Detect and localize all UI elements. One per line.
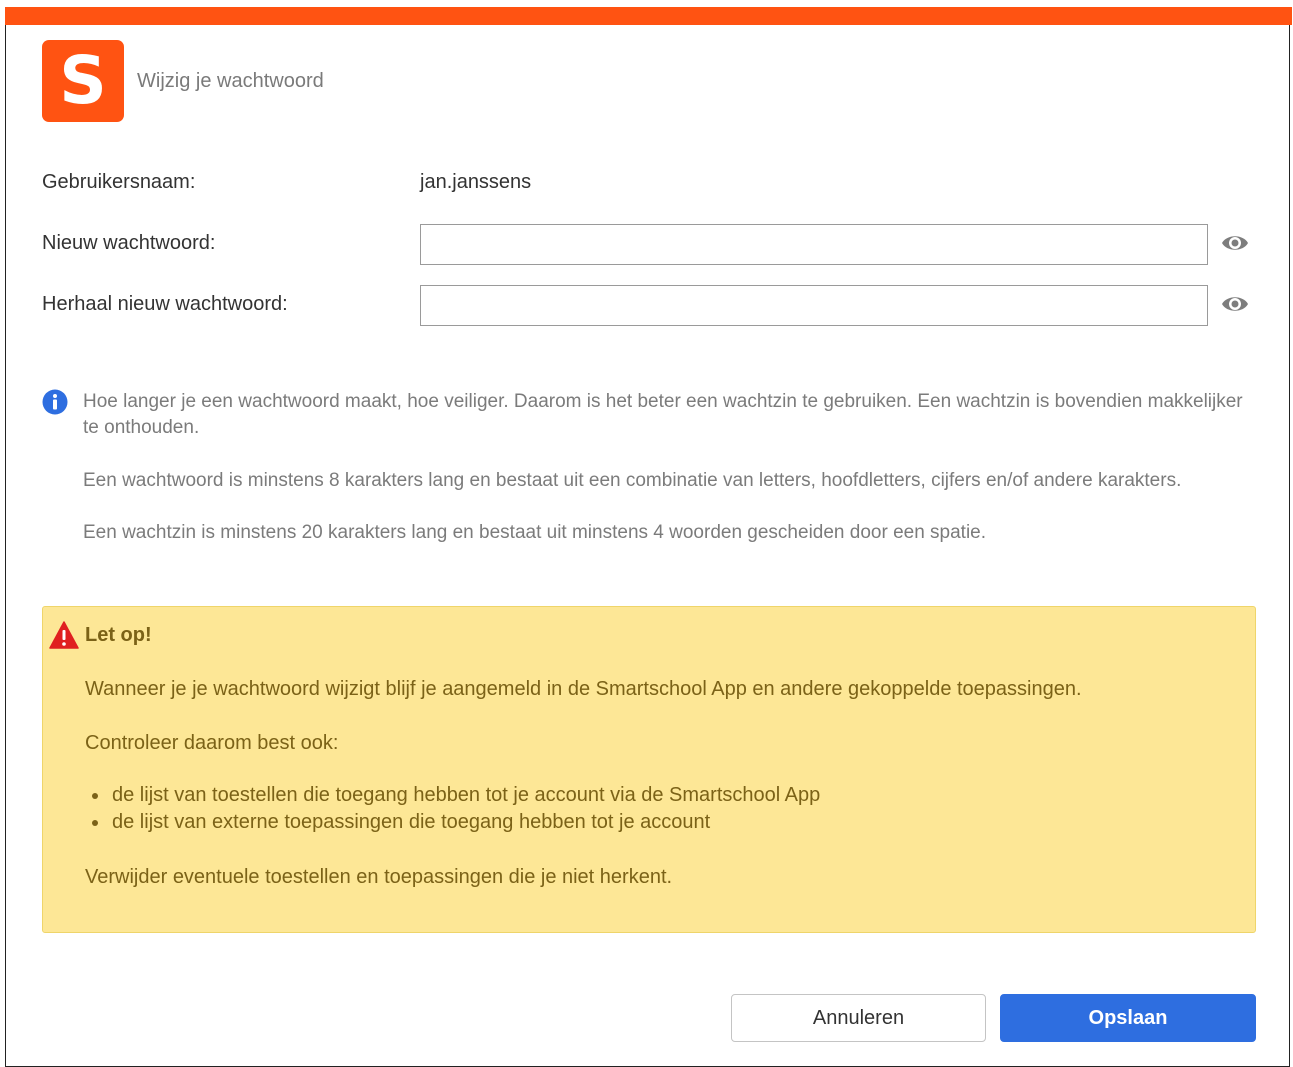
info-paragraph-passphrase-rules: Een wachtzin is minstens 20 karakters la…: [83, 522, 987, 543]
repeat-password-input[interactable]: [420, 285, 1208, 326]
warning-box: Let op! Wanneer je je wachtwoord wijzigt…: [42, 606, 1256, 933]
eye-icon[interactable]: [1220, 232, 1250, 254]
warning-text-remove: Verwijder eventuele toestellen en toepas…: [85, 866, 673, 888]
eye-icon[interactable]: [1220, 293, 1250, 315]
warning-text-session: Wanneer je je wachtwoord wijzigt blijf j…: [85, 678, 1082, 700]
list-item: de lijst van externe toepassingen die to…: [85, 809, 820, 836]
warning-triangle-icon: [49, 621, 79, 649]
info-paragraph-password-rules: Een wachtwoord is minstens 8 karakters l…: [83, 470, 1182, 491]
dialog-title: Wijzig je wachtwoord: [137, 70, 324, 92]
new-password-input[interactable]: [420, 224, 1208, 265]
cancel-button[interactable]: Annuleren: [731, 994, 986, 1042]
save-button[interactable]: Opslaan: [1000, 994, 1256, 1042]
info-icon: [42, 389, 68, 415]
brand-top-bar: [5, 7, 1292, 25]
new-password-label: Nieuw wachtwoord:: [42, 232, 216, 254]
smartschool-logo: S: [42, 40, 124, 122]
warning-title: Let op!: [85, 624, 152, 646]
warning-text-check: Controleer daarom best ook:: [85, 732, 339, 754]
list-item: de lijst van toestellen die toegang hebb…: [85, 782, 820, 809]
info-paragraph-passphrase: Hoe langer je een wachtwoord maakt, hoe …: [83, 391, 1243, 438]
repeat-password-label: Herhaal nieuw wachtwoord:: [42, 293, 288, 315]
username-label: Gebruikersnaam:: [42, 171, 196, 193]
warning-checklist: de lijst van toestellen die toegang hebb…: [85, 782, 820, 836]
username-value: jan.janssens: [420, 171, 532, 193]
